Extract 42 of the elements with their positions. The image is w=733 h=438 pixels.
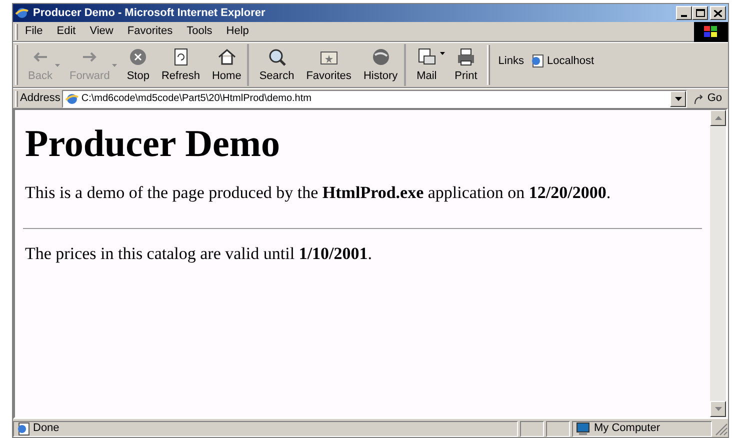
toolbar-item[interactable]: Search [253,44,300,86]
window-title: Producer Demo - Microsoft Internet Explorer [33,6,266,21]
toolbar-item[interactable]: Stop [120,44,156,86]
page-icon [530,54,544,68]
caret-icon [112,64,118,66]
caret-icon [674,96,682,100]
menu-item[interactable]: Edit [50,23,83,40]
menu-item[interactable]: View [82,23,120,40]
toolbar-item[interactable]: Home [206,44,250,86]
toolbar-item[interactable]: History [357,44,406,86]
close-button[interactable] [710,6,726,20]
caret-icon [54,64,60,66]
go-arrow-icon [693,92,706,104]
toolbar-item[interactable]: Refresh [155,44,206,86]
links-label: Links [498,54,524,69]
page-icon [16,422,30,436]
scroll-down-icon [714,407,722,411]
toolbar-item[interactable]: Print [448,44,484,86]
browser-icon [15,6,29,20]
menu-item[interactable]: Favorites [120,23,180,40]
status-text: Done [33,421,60,436]
maximize-button[interactable] [692,6,708,20]
browser-icon [65,92,80,106]
caret-icon [440,52,446,55]
menu-item[interactable]: Tools [180,23,220,40]
address-field[interactable]: C:\md6code\md5code\Part5\20\HtmlProd\demo.htm [62,90,688,108]
page-heading: Producer Demo [25,122,282,167]
resize-grip-icon[interactable] [714,422,728,436]
paragraph: The prices in this catalog are valid until 1/10/2001. [24,242,374,265]
paragraph: This is a demo of the page produced by the HtmlProd.exe application on 12/20/2000. [23,180,702,228]
toolbar-item[interactable]: Mail [410,44,449,86]
menu-item[interactable]: File [18,23,50,40]
menu-item[interactable]: Help [219,23,256,40]
vertical-scrollbar[interactable] [710,110,726,417]
close-icon [714,10,722,16]
link[interactable]: Localhost [530,53,594,70]
address-label: Address [20,91,60,106]
minimize-button[interactable] [676,6,692,20]
zone-text: My Computer [594,421,660,436]
scroll-up-icon [714,116,722,120]
toolbar-item[interactable]: Favorites [300,44,358,86]
go-button[interactable]: Go [687,90,728,108]
